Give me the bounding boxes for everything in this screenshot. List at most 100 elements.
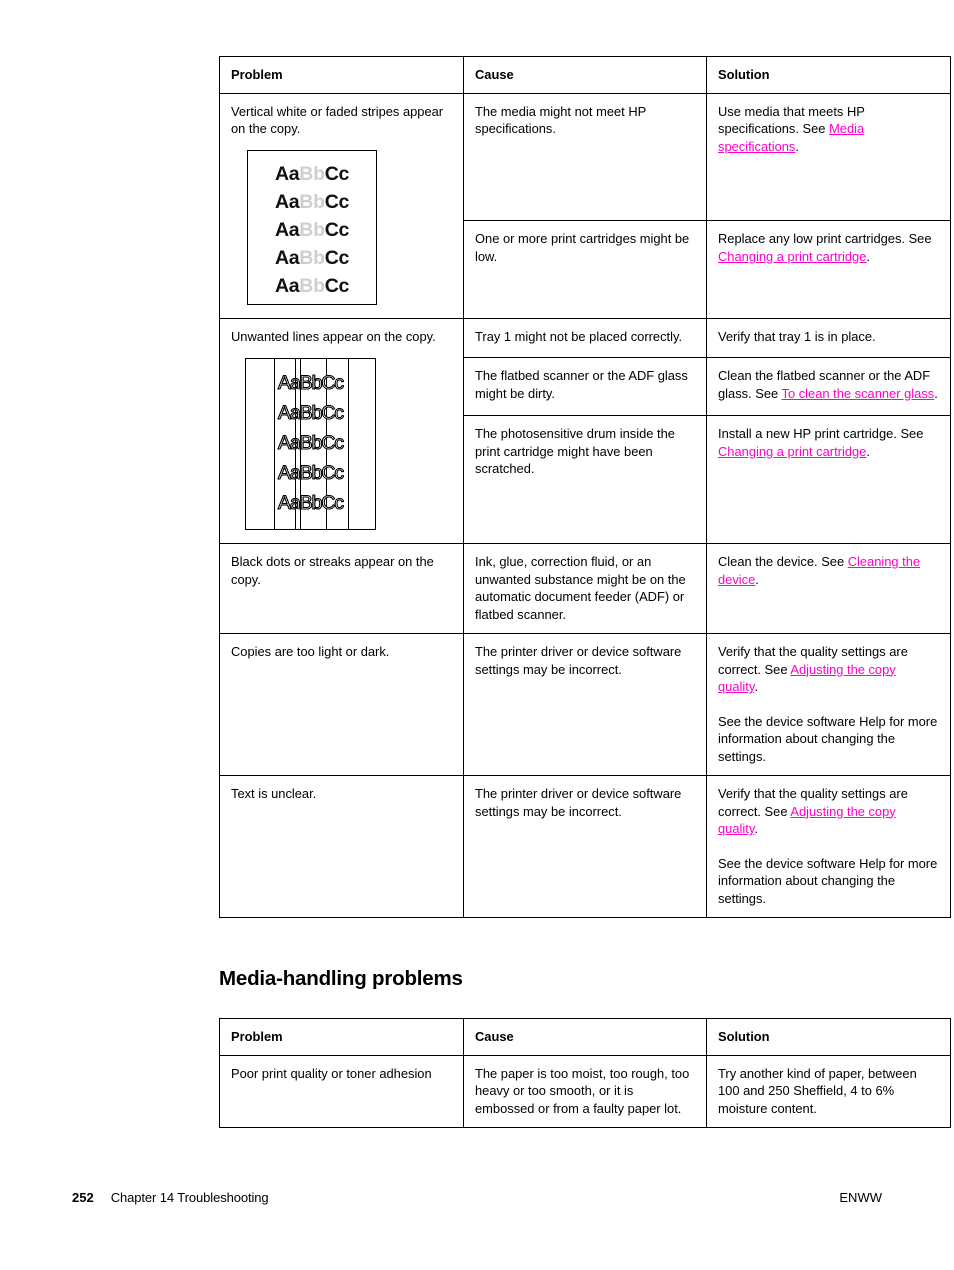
page-footer: 252 Chapter 14 Troubleshooting ENWW [72, 1190, 882, 1205]
solution-part: Clean the device. See [718, 554, 848, 569]
sample-segment-aa: Aa [274, 190, 300, 213]
sample-text-line: AaBbCc [278, 372, 345, 395]
sample-segment-cc: Cc [324, 190, 350, 213]
sample-image-unwanted-lines: AaBbCc AaBbCc AaBbCc AaBbCc AaBbCc [245, 358, 376, 530]
sample-segment-aa: Aa [274, 218, 300, 241]
solution-text: Clean the flatbed scanner or the ADF gla… [718, 367, 939, 402]
sample-text-line: AaBbCc [278, 402, 345, 425]
cell-cause: One or more print cartridges might be lo… [463, 220, 707, 319]
cell-problem: Text is unclear. [219, 775, 464, 918]
solution-part: . [866, 248, 870, 264]
copy-problems-table: Problem Cause Solution Vertical white or… [219, 56, 951, 918]
cell-solution: Use media that meets HP specifications. … [706, 92, 951, 222]
solution-text: Verify that the quality settings are cor… [718, 785, 939, 838]
link-changing-a-print-cartridge[interactable]: Changing a print cartridge [718, 444, 866, 459]
sample-text-line: AaBbCc [278, 432, 345, 455]
problem-text: Text is unclear. [231, 786, 317, 801]
sample-segment-cc: Cc [324, 274, 350, 297]
sample-text-line: AaBbCc [248, 244, 376, 272]
sample-segment-aa: Aa [274, 162, 300, 185]
sample-image-faded-stripes: AaBbCc AaBbCc AaBbCc AaBbCc AaBbCc [247, 149, 377, 305]
cell-cause: The printer driver or device software se… [463, 633, 707, 776]
sample-segment-aa: Aa [274, 246, 300, 269]
page-number: 252 [72, 1190, 94, 1205]
cause-text: Tray 1 might not be placed correctly. [475, 328, 683, 344]
column-header-cause: Cause [463, 1018, 707, 1056]
solution-part: . [755, 571, 759, 587]
cell-cause: The printer driver or device software se… [463, 775, 707, 918]
solution-text: Verify that tray 1 is in place. [718, 328, 876, 344]
cause-text: The photosensitive drum inside the print… [475, 426, 675, 476]
solution-text: Replace any low print cartridges. See Ch… [718, 230, 939, 265]
document-page: Problem Cause Solution Vertical white or… [0, 0, 954, 1270]
sample-text-line: AaBbCc [278, 492, 345, 515]
cell-solution: Verify that tray 1 is in place. [706, 317, 951, 359]
solution-part: Install a new HP print cartridge. See [718, 426, 924, 441]
cause-text: The paper is too moist, too rough, too h… [475, 1065, 690, 1116]
sample-segment-bb: Bb [299, 162, 325, 185]
cell-cause: The flatbed scanner or the ADF glass mig… [463, 357, 707, 416]
cause-text: The printer driver or device software se… [475, 786, 682, 819]
solution-text: Use media that meets HP specifications. … [718, 103, 939, 156]
cell-cause: Ink, glue, correction fluid, or an unwan… [463, 543, 707, 634]
table-row: Vertical white or faded stripes appear o… [219, 92, 951, 319]
sample-glyph-stack: AaBbCc AaBbCc AaBbCc AaBbCc AaBbCc [246, 368, 375, 518]
cell-solution: Replace any low print cartridges. See Ch… [706, 220, 951, 319]
sample-segment-cc: Cc [324, 218, 350, 241]
solution-extra-text: See the device software Help for more in… [718, 855, 938, 906]
problem-text: Black dots or streaks appear on the copy… [231, 554, 434, 587]
column-header-cause: Cause [463, 56, 707, 94]
column-header-solution: Solution [706, 1018, 951, 1056]
sample-text-line: AaBbCc [248, 160, 376, 188]
sample-text-line: AaBbCc [248, 272, 376, 300]
solution-extra-text: See the device software Help for more in… [718, 713, 938, 764]
sample-segment-bb: Bb [299, 274, 325, 297]
sample-segment-cc: Cc [324, 246, 350, 269]
cell-solution: Verify that the quality settings are cor… [706, 633, 951, 776]
cause-text: The printer driver or device software se… [475, 644, 682, 677]
cell-problem: Copies are too light or dark. [219, 633, 464, 776]
solution-text: Try another kind of paper, between 100 a… [718, 1065, 917, 1116]
problem-text: Poor print quality or toner adhesion [231, 1065, 432, 1081]
sample-segment-cc: Cc [324, 162, 350, 185]
cell-solution: Verify that the quality settings are cor… [706, 775, 951, 918]
table-row: Text is unclear. The printer driver or d… [219, 775, 951, 918]
cell-cause: The media might not meet HP specificatio… [463, 92, 707, 222]
table-row: Poor print quality or toner adhesion The… [219, 1054, 951, 1128]
cell-cause: Tray 1 might not be placed correctly. [463, 317, 707, 359]
sample-segment-bb: Bb [299, 218, 325, 241]
cell-solution: Try another kind of paper, between 100 a… [706, 1054, 951, 1128]
cell-problem: Vertical white or faded stripes appear o… [219, 92, 464, 319]
solution-part: . [866, 443, 870, 459]
cause-text: The flatbed scanner or the ADF glass mig… [475, 368, 688, 401]
sample-segment-bb: Bb [299, 246, 325, 269]
solution-part: . [754, 821, 758, 836]
table-row: Copies are too light or dark. The printe… [219, 633, 951, 776]
link-to-clean-the-scanner-glass[interactable]: To clean the scanner glass [782, 386, 935, 401]
problem-text: Unwanted lines appear on the copy. [231, 328, 436, 344]
locale-code: ENWW [839, 1190, 882, 1205]
link-changing-a-print-cartridge[interactable]: Changing a print cartridge [718, 249, 866, 264]
solution-part: . [934, 385, 938, 401]
cell-problem: Unwanted lines appear on the copy. AaBbC… [219, 317, 464, 544]
cell-problem: Black dots or streaks appear on the copy… [219, 543, 464, 634]
sample-text-line: AaBbCc [278, 462, 345, 485]
column-header-solution: Solution [706, 56, 951, 94]
cell-cause: The photosensitive drum inside the print… [463, 415, 707, 544]
footer-left-group: 252 Chapter 14 Troubleshooting [72, 1190, 269, 1205]
sample-segment-aa: Aa [274, 274, 300, 297]
cell-solution: Install a new HP print cartridge. See Ch… [706, 415, 951, 544]
cell-solution: Clean the device. See Cleaning the devic… [706, 543, 951, 634]
chapter-label: Chapter 14 Troubleshooting [110, 1190, 269, 1205]
cell-cause: The paper is too moist, too rough, too h… [463, 1054, 707, 1128]
column-header-problem: Problem [219, 56, 464, 94]
problem-text: Vertical white or faded stripes appear o… [231, 103, 444, 137]
solution-part: . [754, 679, 758, 694]
sample-text-line: AaBbCc [248, 188, 376, 216]
solution-part: Replace any low print cartridges. See [718, 231, 932, 247]
solution-part: . [795, 138, 799, 154]
section-heading-media-handling-problems: Media-handling problems [219, 967, 463, 990]
cell-solution: Clean the flatbed scanner or the ADF gla… [706, 357, 951, 416]
solution-text: Clean the device. See Cleaning the devic… [718, 553, 939, 588]
problem-text: Copies are too light or dark. [231, 644, 390, 659]
